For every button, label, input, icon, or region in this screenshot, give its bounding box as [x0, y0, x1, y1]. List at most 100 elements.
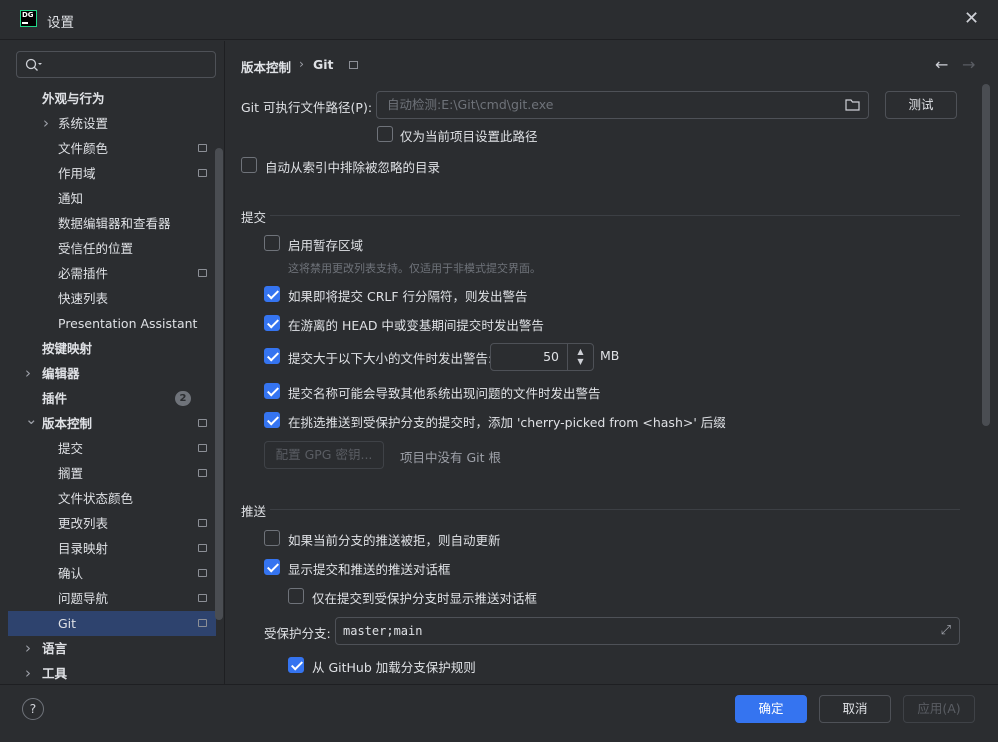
- close-icon[interactable]: ✕: [964, 8, 979, 29]
- sidebar-item-label: 搁置: [58, 466, 84, 481]
- sidebar-item[interactable]: 插件 2: [8, 386, 216, 411]
- crlf-checkbox[interactable]: [264, 286, 280, 302]
- large-file-size-value: 50: [543, 349, 559, 364]
- github-rules-checkbox[interactable]: [288, 657, 304, 673]
- chevron-right-icon[interactable]: ›: [43, 111, 49, 136]
- configure-gpg-button[interactable]: 配置 GPG 密钥...: [264, 441, 384, 469]
- sidebar-item[interactable]: 确认: [8, 561, 216, 586]
- sidebar-item[interactable]: 通知: [8, 186, 216, 211]
- push-section-title: 推送: [241, 504, 267, 519]
- bad-names-label: 提交名称可能会导致其他系统出现问题的文件时发出警告: [288, 386, 601, 401]
- stepper-arrows-icon[interactable]: ▲ ▼: [567, 344, 593, 370]
- sidebar-item[interactable]: Presentation Assistant: [8, 311, 216, 336]
- sidebar-item-label: 目录映射: [58, 541, 109, 556]
- cherry-pick-label: 在挑选推送到受保护分支的提交时，添加 'cherry-picked from <…: [288, 415, 726, 430]
- chevron-right-icon[interactable]: ›: [25, 661, 31, 686]
- sidebar-item-label: 数据编辑器和查看器: [58, 216, 171, 231]
- sidebar-item-label: 受信任的位置: [58, 241, 134, 256]
- protected-branches-input[interactable]: master;main ⤢: [335, 617, 960, 645]
- sidebar-item[interactable]: 问题导航: [8, 586, 216, 611]
- sidebar-item-label: 系统设置: [58, 116, 109, 131]
- large-file-size-stepper[interactable]: 50 ▲ ▼: [490, 343, 594, 371]
- project-icon: [198, 269, 207, 277]
- protected-branches-value: master;main: [343, 624, 423, 638]
- auto-update-label: 如果当前分支的推送被拒，则自动更新: [288, 533, 501, 548]
- window-title: 设置: [47, 15, 74, 31]
- exclude-ignored-checkbox[interactable]: [241, 157, 257, 173]
- sidebar-scrollbar[interactable]: [215, 148, 223, 620]
- show-push-dialog-checkbox[interactable]: [264, 559, 280, 575]
- sidebar-item[interactable]: 外观与行为: [8, 86, 216, 111]
- project-icon: [198, 619, 207, 627]
- project-icon: [198, 169, 207, 177]
- cherry-pick-checkbox[interactable]: [264, 412, 280, 428]
- sidebar-item[interactable]: 搁置: [8, 461, 216, 486]
- sidebar-item-label: 外观与行为: [42, 91, 105, 106]
- sidebar-item-label: 更改列表: [58, 516, 109, 531]
- sidebar-item[interactable]: 提交: [8, 436, 216, 461]
- large-file-checkbox[interactable]: [264, 348, 280, 364]
- ok-button[interactable]: 确定: [735, 695, 807, 723]
- protected-branches-label: 受保护分支:: [264, 626, 331, 641]
- chevron-right-icon[interactable]: ›: [25, 636, 31, 661]
- forward-arrow-icon[interactable]: →: [962, 55, 975, 74]
- folder-icon[interactable]: [845, 98, 860, 111]
- project-icon: [349, 61, 358, 69]
- project-only-checkbox[interactable]: [377, 126, 393, 142]
- sidebar-item[interactable]: 更改列表: [8, 511, 216, 536]
- back-arrow-icon[interactable]: ←: [935, 55, 948, 74]
- search-input[interactable]: [16, 51, 216, 78]
- git-path-input[interactable]: 自动检测:E:\Git\cmd\git.exe: [376, 91, 869, 119]
- gpg-hint: 项目中没有 Git 根: [400, 450, 502, 465]
- sidebar-item[interactable]: › 编辑器: [8, 361, 216, 386]
- large-file-unit: MB: [600, 348, 620, 363]
- bad-names-checkbox[interactable]: [264, 383, 280, 399]
- breadcrumb-current: Git: [313, 57, 334, 72]
- sidebar-item[interactable]: 快速列表: [8, 286, 216, 311]
- help-icon[interactable]: ?: [22, 698, 44, 720]
- sidebar-item-label: Presentation Assistant: [58, 316, 198, 331]
- sidebar-item[interactable]: ⌄ 版本控制: [8, 410, 216, 436]
- chevron-down-icon[interactable]: ⌄: [25, 407, 38, 432]
- git-path-placeholder: 自动检测:E:\Git\cmd\git.exe: [387, 97, 554, 112]
- sidebar-item-label: 工具: [42, 666, 68, 681]
- detached-head-checkbox[interactable]: [264, 315, 280, 331]
- chevron-right-icon[interactable]: ›: [25, 361, 31, 386]
- project-icon: [198, 469, 207, 477]
- breadcrumb-parent[interactable]: 版本控制: [241, 57, 291, 76]
- apply-button[interactable]: 应用(A): [903, 695, 975, 723]
- expand-icon[interactable]: ⤢: [941, 618, 951, 644]
- test-button[interactable]: 测试: [885, 91, 957, 119]
- sidebar-item-label: 编辑器: [42, 366, 80, 381]
- sidebar-item[interactable]: Git: [8, 611, 216, 636]
- auto-update-checkbox[interactable]: [264, 530, 280, 546]
- sidebar-item[interactable]: › 系统设置: [8, 111, 216, 136]
- sidebar-item[interactable]: 作用域: [8, 161, 216, 186]
- sidebar-item[interactable]: 按键映射: [8, 336, 216, 361]
- project-icon: [198, 594, 207, 602]
- project-icon: [198, 544, 207, 552]
- sidebar-item[interactable]: › 工具: [8, 661, 216, 686]
- staging-hint: 这将禁用更改列表支持。仅适用于非模式提交界面。: [288, 262, 541, 275]
- cancel-button[interactable]: 取消: [819, 695, 891, 723]
- sidebar-item-label: 作用域: [58, 166, 96, 181]
- show-push-dialog-label: 显示提交和推送的推送对话框: [288, 562, 451, 577]
- sidebar-item-label: 版本控制: [42, 416, 93, 431]
- sidebar-item[interactable]: 文件状态颜色: [8, 486, 216, 511]
- staging-label: 启用暂存区域: [288, 238, 364, 253]
- sidebar-item[interactable]: 文件颜色: [8, 136, 216, 161]
- project-icon: [198, 519, 207, 527]
- sidebar-item[interactable]: 受信任的位置: [8, 236, 216, 261]
- commit-section-title: 提交: [241, 210, 267, 225]
- sidebar-item[interactable]: › 语言: [8, 636, 216, 661]
- project-icon: [198, 419, 207, 427]
- sidebar-item[interactable]: 必需插件: [8, 261, 216, 286]
- project-icon: [198, 144, 207, 152]
- project-icon: [198, 569, 207, 577]
- sidebar-item[interactable]: 目录映射: [8, 536, 216, 561]
- protected-only-checkbox[interactable]: [288, 588, 304, 604]
- staging-checkbox[interactable]: [264, 235, 280, 251]
- sidebar-item-label: 通知: [58, 191, 84, 206]
- sidebar-item[interactable]: 数据编辑器和查看器: [8, 211, 216, 236]
- main-scrollbar[interactable]: [982, 84, 990, 426]
